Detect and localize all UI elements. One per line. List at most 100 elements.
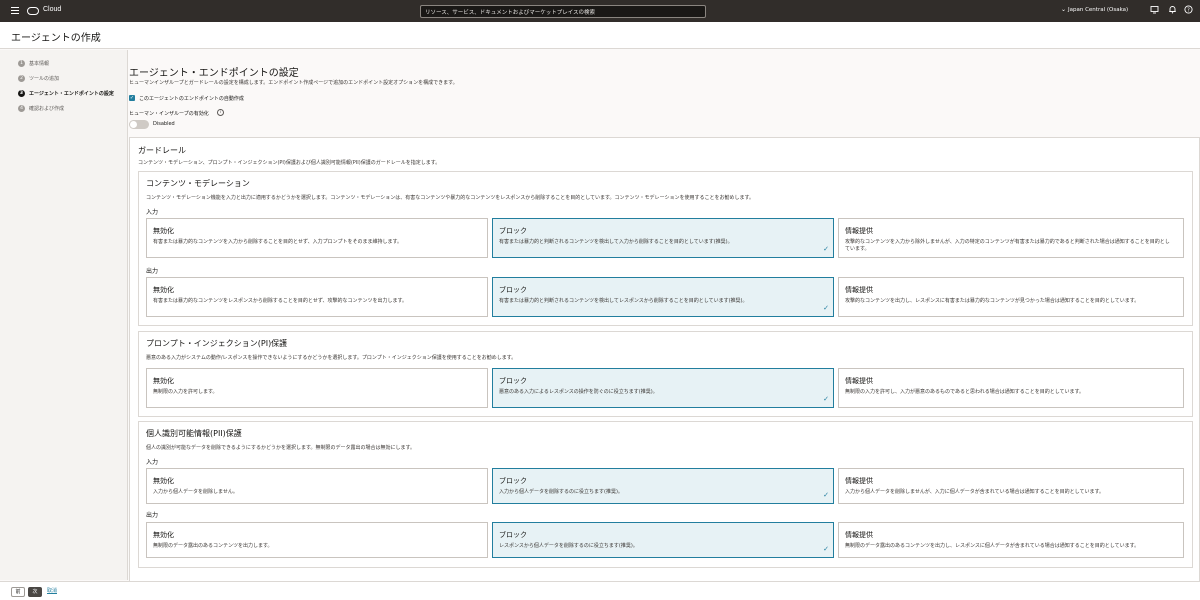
step-basic-info[interactable]: 1 基本情報 [18,60,49,68]
option-title: 情報提供 [845,377,873,385]
option-description: 無制限のデータ露出のあるコンテンツを出力します。 [153,543,273,549]
step-label: 確認および作成 [29,106,65,112]
pii-output-option-block[interactable]: ブロック レスポンスから個人データを削除するのに役立ちます(推奨)。 ✓ [492,522,834,558]
step-number: 2 [18,75,25,82]
checkmark-icon: ✓ [823,245,829,253]
search-input[interactable]: リソース、サービス、ドキュメントおよびマーケットプレイスの検索 [420,5,706,18]
option-description: 有害または暴力的と判断されるコンテンツを検出して入力から削除することを目的として… [499,239,733,245]
checkmark-icon: ✓ [823,304,829,312]
help-icon-svg: ? [1184,5,1193,14]
oracle-logo-icon[interactable] [27,7,39,15]
pii-panel: 個人識別可能情報(PII)保護 個人の識別が可能なデータを削除できるようにするか… [138,421,1193,568]
cm-output-option-disable[interactable]: 無効化 有害または暴力的なコンテンツをレスポンスから削除することを目的とせず、攻… [146,277,488,317]
input-label: 入力 [146,459,159,466]
hitl-toggle[interactable] [129,120,149,129]
option-title: 情報提供 [845,227,873,235]
checkmark-icon: ✓ [823,545,829,553]
prompt-injection-title: プロンプト・インジェクション(PI)保護 [146,339,288,348]
bell-icon[interactable] [1167,5,1178,16]
option-description: 有害または暴力的なコンテンツをレスポンスから削除することを目的とせず、攻撃的なコ… [153,298,408,304]
wizard-steps: 1 基本情報 2 ツールの追加 3 エージェント・エンドポイントの設定 4 確認および作… [0,50,128,580]
main-content: エージェント・エンドポイントの設定 ヒューマンインザループとガードレールの設定を… [129,50,1200,600]
checkmark-icon: ✓ [823,491,829,499]
hitl-label: ヒューマン・インザループの有効化 [129,111,209,117]
pii-output-option-disable[interactable]: 無効化 無制限のデータ露出のあるコンテンツを出力します。 [146,522,488,558]
output-label: 出力 [146,512,159,519]
option-title: 情報提供 [845,286,873,294]
svg-text:?: ? [1187,7,1190,13]
guardrails-title: ガードレール [138,146,186,155]
option-description: 攻撃的なコンテンツを入力から除外しませんが、入力の特定のコンテンツが有害または暴… [845,239,1170,252]
cm-output-option-block[interactable]: ブロック 有害または暴力的と判断されるコンテンツを検出してレスポンスから削除する… [492,277,834,317]
step-label: 基本情報 [29,61,50,67]
step-label: エージェント・エンドポイントの設定 [29,91,114,97]
option-title: 無効化 [153,377,174,385]
cancel-link[interactable]: 取消 [45,587,59,597]
previous-button[interactable]: 前 [11,587,25,597]
page-title: エージェントの作成 [11,33,101,44]
option-title: ブロック [499,227,527,235]
option-description: 入力から個人データを削除するのに役立ちます(推奨)。 [499,489,623,495]
step-number: 1 [18,60,25,67]
region-selector[interactable]: Japan Central (Osaka) [1068,7,1128,13]
guardrails-description: コンテンツ・モデレーション、プロンプト・インジェクション(PI)保護および個人識… [138,160,441,166]
option-description: 攻撃的なコンテンツを出力し、レスポンスに有害または暴力的なコンテンツが見つかった… [845,298,1140,304]
option-description: 入力から個人データを削除しません。 [153,489,238,495]
step-endpoint-settings[interactable]: 3 エージェント・エンドポイントの設定 [18,90,114,98]
pii-input-option-disable[interactable]: 無効化 入力から個人データを削除しません。 [146,468,488,504]
content-moderation-panel: コンテンツ・モデレーション コンテンツ・モデレーション機能を入力と出力に適用する… [138,171,1193,326]
step-number: 4 [18,105,25,112]
step-review-create[interactable]: 4 確認および作成 [18,105,64,113]
next-button[interactable]: 次 [28,587,42,597]
option-description: 有害または暴力的なコンテンツを入力から削除することを目的とせず、入力プロンプトを… [153,239,403,245]
pii-input-option-block[interactable]: ブロック 入力から個人データを削除するのに役立ちます(推奨)。 ✓ [492,468,834,504]
section-heading: エージェント・エンドポイントの設定 [129,68,299,79]
pi-option-block[interactable]: ブロック 悪意のある入力によるレスポンスの操作を防ぐのに役立ちます(推奨)。 ✓ [492,368,834,408]
auto-create-checkbox[interactable]: ✓ [129,95,135,101]
option-title: ブロック [499,286,527,294]
menu-icon[interactable] [11,7,19,14]
prompt-injection-panel: プロンプト・インジェクション(PI)保護 悪意のある入力がシステムの動作/レスポ… [138,331,1193,417]
content-moderation-title: コンテンツ・モデレーション [146,179,250,188]
option-title: 無効化 [153,227,174,235]
cm-input-option-inform[interactable]: 情報提供 攻撃的なコンテンツを入力から除外しませんが、入力の特定のコンテンツが有… [838,218,1184,258]
pii-input-option-inform[interactable]: 情報提供 入力から個人データを削除しませんが、入力に個人データが含まれている場合… [838,468,1184,504]
option-title: 情報提供 [845,477,873,485]
option-title: 情報提供 [845,531,873,539]
option-description: 有害または暴力的と判断されるコンテンツを検出してレスポンスから削除することを目的… [499,298,748,304]
pii-output-option-inform[interactable]: 情報提供 無制限のデータ露出のあるコンテンツを出力し、レスポンスに個人データが含… [838,522,1184,558]
pii-title: 個人識別可能情報(PII)保護 [146,429,242,438]
wizard-footer: 前 次 取消 [0,581,1200,600]
pi-option-inform[interactable]: 情報提供 無制限の入力を許可し、入力が悪意のあるものであると思われる場合は通知す… [838,368,1184,408]
toggle-knob [130,121,137,128]
top-bar: Cloud リソース、サービス、ドキュメントおよびマーケットプレイスの検索 ⌄ … [0,0,1200,22]
option-description: 入力から個人データを削除しませんが、入力に個人データが含まれている場合は通知する… [845,489,1104,495]
step-add-tools[interactable]: 2 ツールの追加 [18,75,59,83]
pii-description: 個人の識別が可能なデータを削除できるようにするかどうかを選択します。無制限のデー… [146,445,415,451]
option-title: 無効化 [153,531,174,539]
auto-create-label: このエージェントのエンドポイントの自動作成 [139,96,244,102]
brand-name[interactable]: Cloud [43,6,61,13]
input-label: 入力 [146,209,159,216]
help-icon[interactable]: ? [1183,5,1194,16]
cm-input-option-block[interactable]: ブロック 有害または暴力的と判断されるコンテンツを検出して入力から削除することを… [492,218,834,258]
chevron-down-icon[interactable]: ⌄ [1061,6,1066,13]
info-icon[interactable]: i [217,109,224,116]
output-label: 出力 [146,268,159,275]
option-title: ブロック [499,531,527,539]
step-number: 3 [18,90,25,97]
prompt-injection-description: 悪意のある入力がシステムの動作/レスポンスを操作できないようにするかどうかを選択… [146,355,517,361]
step-label: ツールの追加 [29,76,60,82]
cm-input-option-disable[interactable]: 無効化 有害または暴力的なコンテンツを入力から削除することを目的とせず、入力プロ… [146,218,488,258]
option-description: 悪意のある入力によるレスポンスの操作を防ぐのに役立ちます(推奨)。 [499,389,658,395]
pi-option-disable[interactable]: 無効化 無制限の入力を許可します。 [146,368,488,408]
checkmark-icon: ✓ [823,395,829,403]
cm-output-option-inform[interactable]: 情報提供 攻撃的なコンテンツを出力し、レスポンスに有害または暴力的なコンテンツが… [838,277,1184,317]
guardrails-section: ガードレール コンテンツ・モデレーション、プロンプト・インジェクション(PI)保… [129,137,1200,600]
option-title: ブロック [499,477,527,485]
monitor-icon[interactable] [1149,5,1160,16]
content-moderation-description: コンテンツ・モデレーション機能を入力と出力に適用するかどうかを選択します。コンテ… [146,195,754,201]
option-description: 無制限の入力を許可します。 [153,389,218,395]
option-title: 無効化 [153,477,174,485]
section-description: ヒューマンインザループとガードレールの設定を構成します。エンドポイント作成ページ… [129,80,458,86]
